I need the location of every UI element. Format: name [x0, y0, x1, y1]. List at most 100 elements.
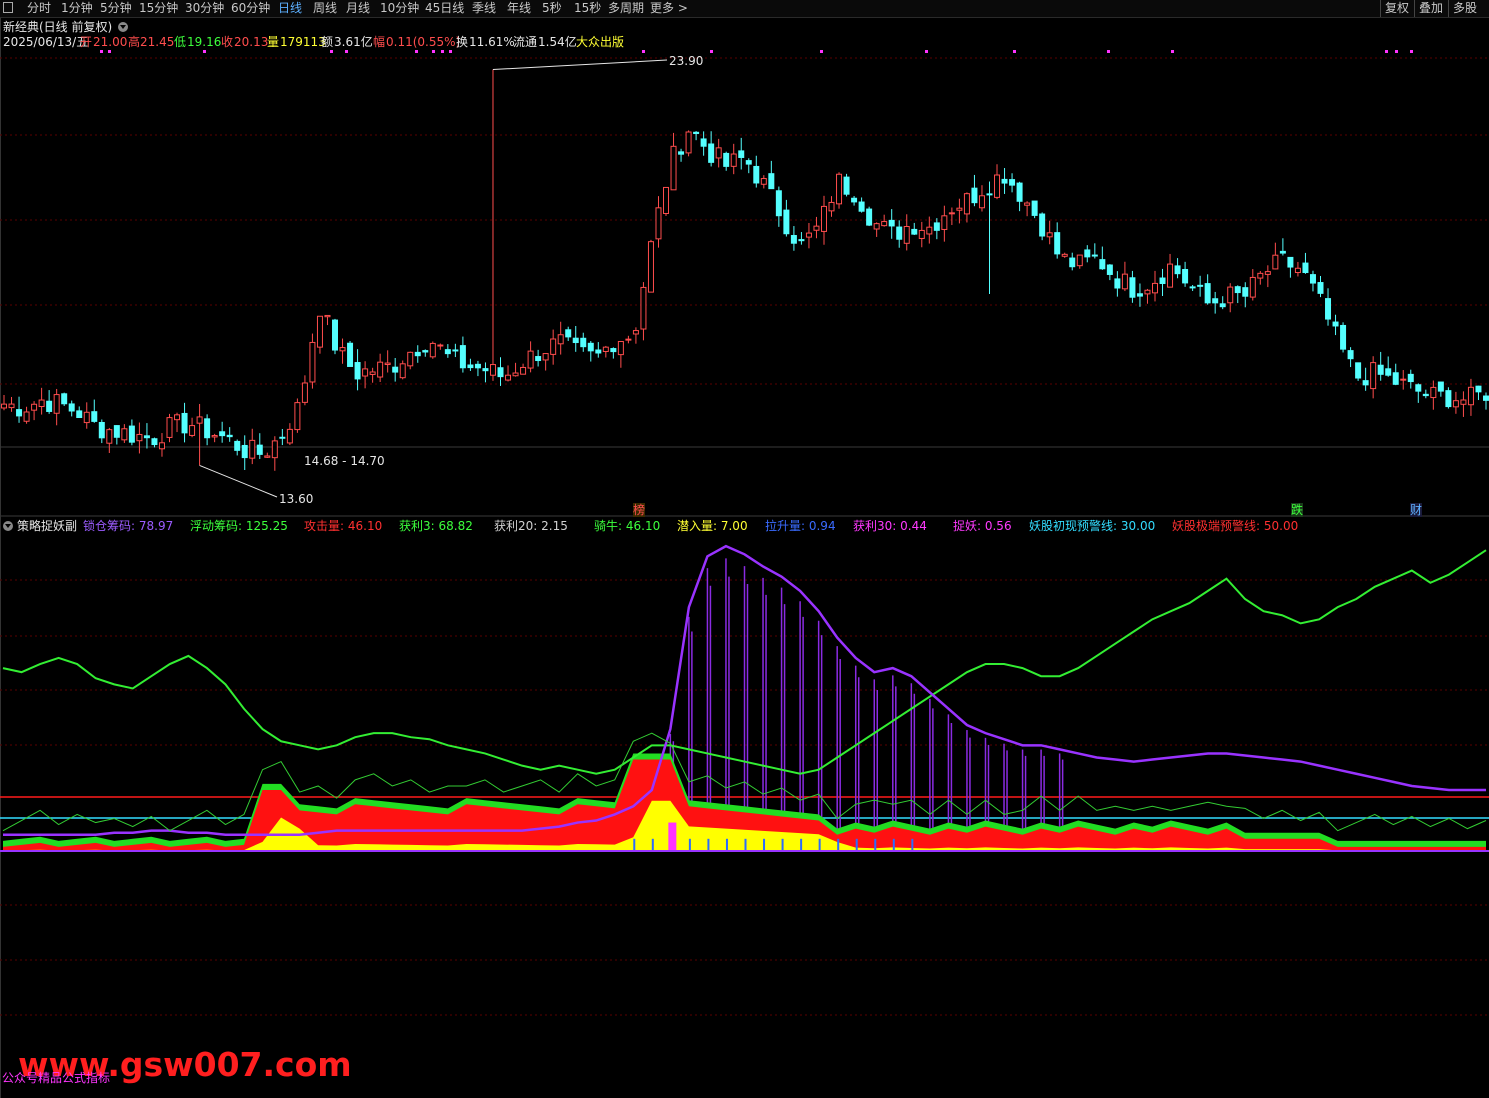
stock-title-dropdown-icon[interactable] [118, 22, 128, 32]
indicator-legend-item-10: 妖股初现预警线: 30.00 [1029, 519, 1156, 533]
signal-dot-7 [441, 50, 444, 53]
candle-118 [888, 209, 895, 239]
quote-turnover: 11.61% [469, 35, 515, 49]
candle-58 [437, 343, 444, 350]
toolbar-button-1[interactable]: 叠加 [1414, 0, 1447, 17]
window-menu-icon[interactable] [3, 2, 13, 13]
candle-145 [1091, 243, 1098, 259]
candle-130 [978, 185, 985, 212]
quote-high: 21.45 [140, 35, 175, 49]
candle-97 [730, 143, 737, 175]
candle-94 [708, 131, 715, 167]
indicator-legend-item-1: 浮动筹码: 125.25 [190, 519, 288, 533]
candle-139 [1046, 220, 1053, 245]
candle-16 [121, 424, 128, 443]
candle-59 [444, 344, 451, 358]
period-tab-3[interactable]: 15分钟 [139, 0, 178, 17]
blue-bar-46 [855, 838, 858, 851]
toolbar-button-0[interactable]: 复权 [1380, 0, 1413, 17]
candle-45 [339, 338, 346, 364]
period-tab-6[interactable]: 日线 [278, 0, 302, 17]
min-pointer [199, 464, 278, 498]
indicator-legend-item-8: 获利30: 0.44 [853, 519, 927, 533]
quote-close-label: 收 [221, 35, 234, 49]
candle-116 [873, 222, 880, 237]
candle-136 [1024, 201, 1031, 217]
blue-bar-49 [911, 838, 914, 851]
indicator-legend-item-6: 潜入量: 7.00 [677, 519, 748, 533]
candle-161 [1212, 291, 1219, 314]
candle-113 [851, 195, 858, 206]
signal-dot-5 [415, 50, 418, 53]
candle-69 [520, 363, 527, 375]
toolbar-button-2[interactable]: 多股 [1448, 0, 1481, 17]
candle-4 [31, 401, 38, 421]
candle-111 [836, 172, 843, 209]
period-tab-14[interactable]: 15秒 [574, 0, 601, 17]
signal-dot-17 [1395, 50, 1398, 53]
period-tab-7[interactable]: 周线 [313, 0, 337, 17]
period-tab-11[interactable]: 季线 [472, 0, 496, 17]
candle-183 [1377, 351, 1384, 381]
candle-107 [805, 222, 812, 249]
candle-20 [151, 437, 158, 448]
candle-26 [196, 403, 203, 466]
quote-high-label: 高 [128, 35, 141, 49]
blue-bar-37 [688, 838, 691, 851]
candle-167 [1257, 271, 1264, 285]
signal-dot-10 [710, 50, 713, 53]
period-tab-0[interactable]: 分时 [27, 0, 51, 17]
candle-137 [1031, 200, 1038, 219]
watermark-caption: 公众号精品公式指标 [2, 1071, 111, 1085]
range-label: 14.68 - 14.70 [304, 454, 385, 468]
period-tab-2[interactable]: 5分钟 [100, 0, 132, 17]
candle-44 [332, 318, 339, 355]
quote-open-label: 开 [80, 35, 93, 49]
candle-187 [1407, 369, 1414, 389]
quote-low: 19.16 [187, 35, 222, 49]
candle-25 [189, 417, 196, 438]
period-tab-12[interactable]: 年线 [507, 0, 531, 17]
candle-180 [1355, 362, 1362, 381]
blue-bar-38 [707, 838, 710, 851]
candle-85 [640, 282, 647, 341]
period-tab-15[interactable]: 多周期 [608, 0, 644, 17]
candle-38 [286, 423, 293, 446]
period-tab-16[interactable]: 更多 > [650, 0, 688, 17]
candle-141 [1061, 252, 1068, 258]
candle-189 [1422, 389, 1429, 399]
signal-dot-16 [1385, 50, 1388, 53]
candle-98 [738, 137, 745, 170]
period-tab-5[interactable]: 60分钟 [231, 0, 270, 17]
candle-49 [369, 367, 376, 383]
candle-179 [1347, 347, 1354, 368]
candle-133 [1001, 168, 1008, 194]
marker-cai: 财 [1410, 503, 1423, 517]
signal-dot-18 [1410, 50, 1413, 53]
candle-176 [1325, 288, 1332, 326]
signal-dot-14 [1107, 50, 1110, 53]
period-tab-1[interactable]: 1分钟 [61, 0, 93, 17]
quote-low-label: 低 [174, 35, 187, 49]
blue-bar-43 [800, 838, 803, 851]
candle-11 [83, 402, 90, 429]
candle-40 [301, 375, 308, 406]
period-tab-13[interactable]: 5秒 [542, 0, 562, 17]
candle-157 [1182, 261, 1189, 287]
signal-dot-8 [449, 50, 452, 53]
candle-103 [775, 186, 782, 227]
period-tab-10[interactable]: 45日线 [425, 0, 464, 17]
candle-147 [1106, 264, 1113, 281]
candle-24 [181, 402, 188, 443]
candle-92 [693, 131, 700, 141]
candle-169 [1272, 242, 1279, 270]
signal-dot-9 [642, 50, 645, 53]
indicator-dropdown-icon[interactable] [3, 521, 13, 531]
period-tab-4[interactable]: 30分钟 [185, 0, 224, 17]
candle-104 [783, 199, 790, 237]
candle-99 [745, 158, 752, 174]
period-tab-9[interactable]: 10分钟 [380, 0, 419, 17]
candle-30 [226, 427, 233, 442]
candle-120 [903, 214, 910, 251]
period-tab-8[interactable]: 月线 [346, 0, 370, 17]
